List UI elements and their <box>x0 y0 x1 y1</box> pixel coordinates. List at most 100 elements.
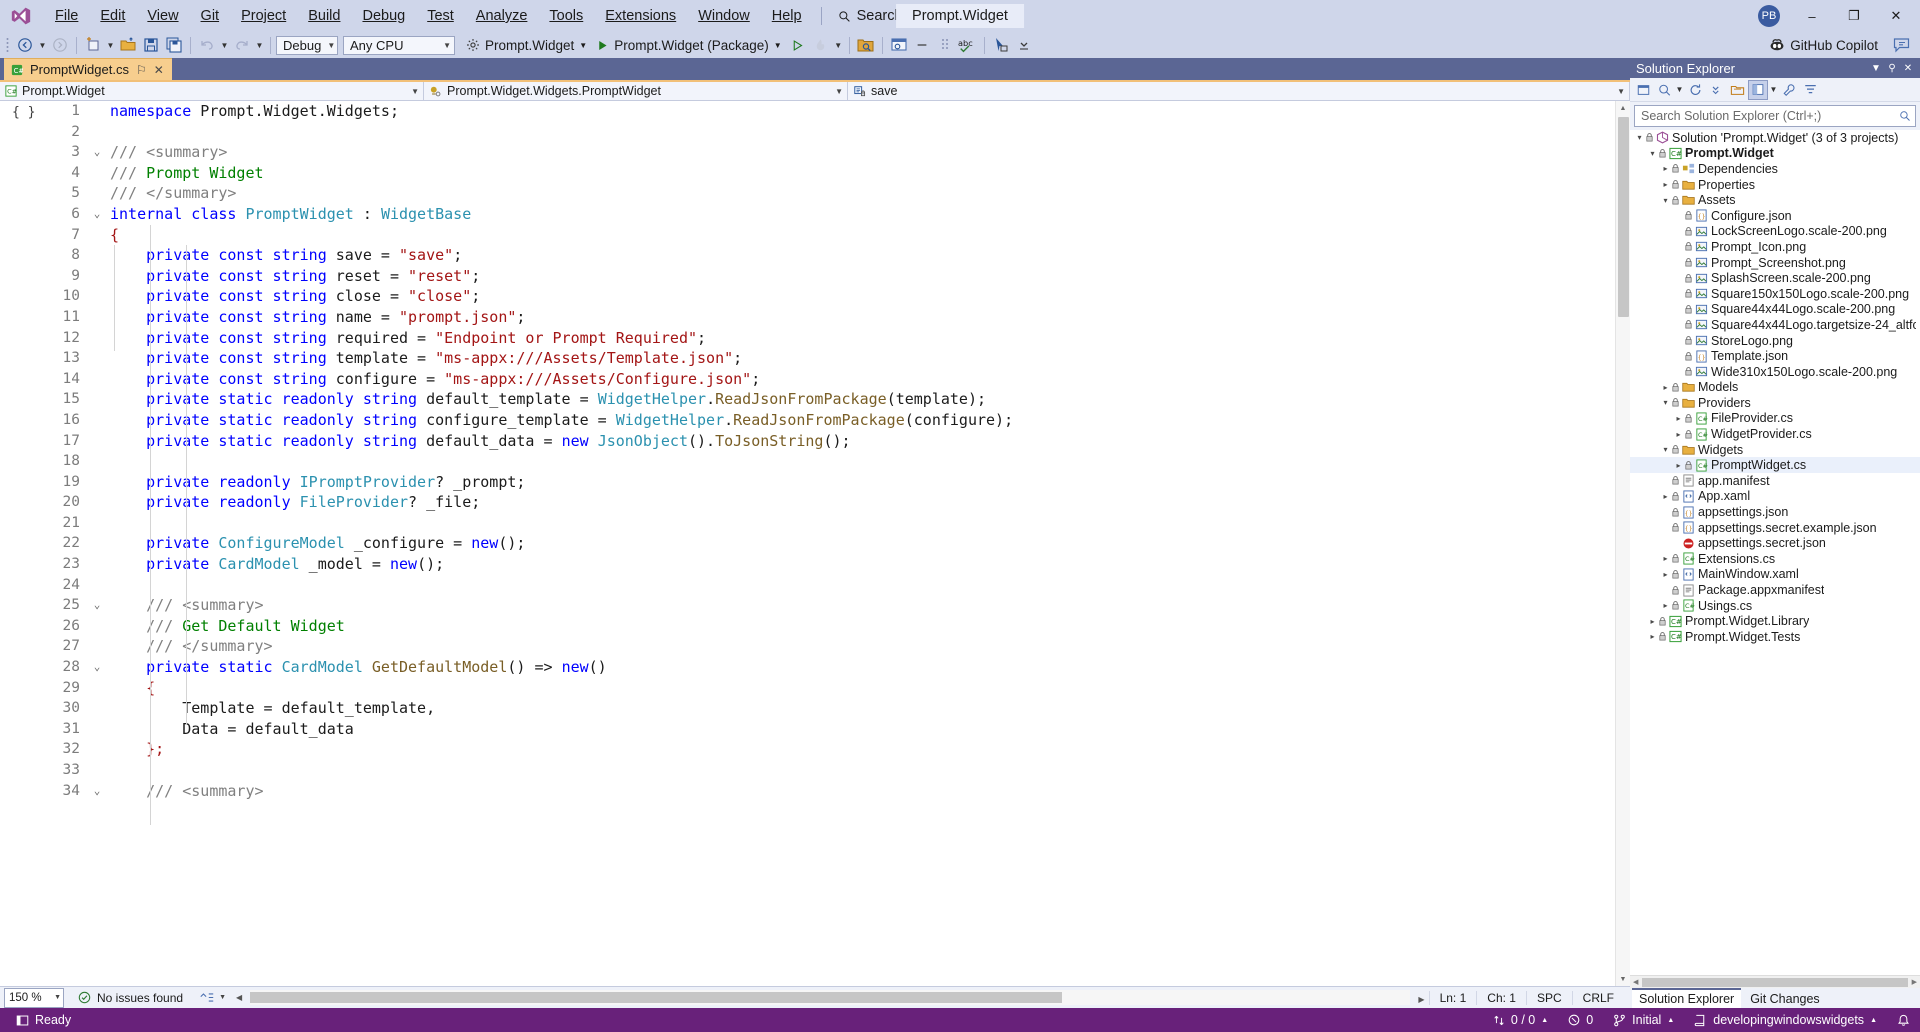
code-line[interactable]: private const string configure = "ms-app… <box>110 369 1615 390</box>
menu-build[interactable]: Build <box>297 4 351 28</box>
code-line[interactable]: /// </summary> <box>110 183 1615 204</box>
undo-dropdown-icon[interactable]: ▼ <box>219 34 230 56</box>
expand-arrow-icon[interactable]: ▸ <box>1647 617 1658 626</box>
glyph-margin[interactable]: { } <box>8 101 42 986</box>
tree-item[interactable]: ▸ MainWindow.xaml <box>1630 567 1920 583</box>
menu-window[interactable]: Window <box>687 4 761 28</box>
code-line[interactable]: /// <summary> <box>110 595 1615 616</box>
collapse-block-icon[interactable]: { } <box>8 105 42 121</box>
menu-edit[interactable]: Edit <box>89 4 136 28</box>
editor-vertical-scrollbar[interactable]: ▲ ▼ <box>1615 101 1630 986</box>
hscroll-left-button[interactable]: ◀ <box>232 993 246 1002</box>
tab-promptwidget-cs[interactable]: C# PromptWidget.cs ⚐ ✕ <box>4 58 172 80</box>
zoom-level-combo[interactable]: 150 % ▼ <box>4 987 64 1008</box>
code-line[interactable]: /// </summary> <box>110 636 1615 657</box>
tree-item[interactable]: ▸ C# Usings.cs <box>1630 598 1920 614</box>
filter-icon[interactable] <box>1800 80 1820 100</box>
code-line[interactable]: { <box>110 678 1615 699</box>
code-line[interactable]: private CardModel _model = new(); <box>110 554 1615 575</box>
tree-item[interactable]: ▸ Properties <box>1630 177 1920 193</box>
code-line[interactable] <box>110 451 1615 472</box>
hot-reload-dropdown-icon[interactable]: ▼ <box>833 34 844 56</box>
menu-tools[interactable]: Tools <box>538 4 594 28</box>
tree-item[interactable]: app.manifest <box>1630 473 1920 489</box>
tree-item[interactable]: ▸ C# Extensions.cs <box>1630 551 1920 567</box>
tree-item[interactable]: ▸ C# Prompt.Widget.Tests <box>1630 629 1920 645</box>
error-count-indicator[interactable]: 0 <box>1558 1013 1603 1027</box>
solution-explorer-tree[interactable]: ▾ Solution 'Prompt.Widget' (3 of 3 projec… <box>1630 130 1920 975</box>
indentation-indicator[interactable]: SPC <box>1525 990 1572 1005</box>
navbar-type-dropdown[interactable]: Prompt.Widget.Widgets.PromptWidget ▼ <box>424 82 848 100</box>
repository-indicator[interactable]: developingwindowswidgets ▲ <box>1684 1013 1887 1027</box>
tree-item[interactable]: ▸ App.xaml <box>1630 489 1920 505</box>
tree-item[interactable]: Square44x44Logo.scale-200.png <box>1630 302 1920 318</box>
tree-item[interactable]: SplashScreen.scale-200.png <box>1630 270 1920 286</box>
minimize-button[interactable]: – <box>1792 1 1832 31</box>
expand-arrow-icon[interactable]: ▸ <box>1660 554 1671 563</box>
code-line[interactable]: namespace Prompt.Widget.Widgets; <box>110 101 1615 122</box>
branch-indicator[interactable]: Initial ▲ <box>1603 1013 1684 1027</box>
open-file-button[interactable] <box>117 34 139 56</box>
code-line[interactable]: private readonly IPromptProvider? _promp… <box>110 472 1615 493</box>
home-icon[interactable] <box>1633 80 1653 100</box>
expand-arrow-icon[interactable]: ▾ <box>1634 133 1645 142</box>
collapse-button[interactable] <box>911 34 933 56</box>
view-selector-icon[interactable] <box>1654 80 1674 100</box>
fold-toggle-icon[interactable]: ⌄ <box>84 142 110 163</box>
code-line[interactable]: /// Get Default Widget <box>110 616 1615 637</box>
line-ending-indicator[interactable]: CRLF <box>1571 990 1630 1005</box>
avatar[interactable]: PB <box>1758 5 1780 27</box>
expand-arrow-icon[interactable]: ▾ <box>1647 149 1658 158</box>
tree-item[interactable]: ▾ Providers <box>1630 395 1920 411</box>
menu-extensions[interactable]: Extensions <box>594 4 687 28</box>
expand-arrow-icon[interactable]: ▸ <box>1660 492 1671 501</box>
source-control-indicator[interactable]: 0 / 0 ▲ <box>1483 1013 1558 1027</box>
hscroll-thumb[interactable] <box>250 992 1063 1003</box>
close-button[interactable]: ✕ <box>1876 1 1916 31</box>
undo-button[interactable] <box>196 34 218 56</box>
code-line[interactable] <box>110 760 1615 781</box>
tree-item[interactable]: ▾ Solution 'Prompt.Widget' (3 of 3 projec… <box>1630 130 1920 146</box>
pointer-tool-button[interactable] <box>990 34 1012 56</box>
code-line[interactable]: Template = default_template, <box>110 698 1615 719</box>
issue-filter-button[interactable]: ▼ <box>193 991 232 1004</box>
start-debugging-button[interactable]: Prompt.Widget (Package) ▼ <box>592 38 785 53</box>
tab-git-changes[interactable]: Git Changes <box>1743 988 1827 1008</box>
menu-analyze[interactable]: Analyze <box>465 4 539 28</box>
code-line[interactable]: private ConfigureModel _configure = new(… <box>110 533 1615 554</box>
hscroll-right-button[interactable]: ▶ <box>1414 991 1428 1005</box>
tree-item[interactable]: ▾ Assets <box>1630 192 1920 208</box>
view-selector-dropdown-icon[interactable]: ▼ <box>1675 79 1684 101</box>
navbar-member-dropdown[interactable]: save ▼ <box>848 82 1630 100</box>
tree-item[interactable]: LockScreenLogo.scale-200.png <box>1630 224 1920 240</box>
redo-button[interactable] <box>231 34 253 56</box>
tree-item[interactable]: ▾ C# Prompt.Widget <box>1630 146 1920 162</box>
show-all-files-icon[interactable] <box>1727 80 1747 100</box>
fold-toggle-icon[interactable]: ⌄ <box>84 204 110 225</box>
panel-menu-icon[interactable]: ▼ <box>1868 63 1884 74</box>
tree-item[interactable]: Prompt_Screenshot.png <box>1630 255 1920 271</box>
start-without-debugging-button[interactable] <box>787 34 809 56</box>
startup-project-selector[interactable]: Prompt.Widget ▼ <box>462 38 591 53</box>
code-line[interactable] <box>110 513 1615 534</box>
menu-debug[interactable]: Debug <box>351 4 416 28</box>
pin-icon[interactable]: ⚐ <box>136 63 147 77</box>
tree-item[interactable]: ▸ C# FileProvider.cs <box>1630 411 1920 427</box>
preview-dropdown-icon[interactable]: ▼ <box>1769 79 1778 101</box>
spell-check-button[interactable]: abc <box>957 34 979 56</box>
code-line[interactable] <box>110 575 1615 596</box>
preview-selected-items-icon[interactable] <box>1748 79 1768 100</box>
issues-indicator[interactable]: No issues found <box>68 991 193 1005</box>
code-line[interactable]: { <box>110 225 1615 246</box>
code-surface[interactable]: { } 1 2 3 4 5 6 7 8 9 10 11 12 13 14 15 16 17 18 19 20 21 22 2… <box>8 101 1615 986</box>
expand-arrow-icon[interactable]: ▸ <box>1673 414 1684 423</box>
code-line[interactable]: private const string template = "ms-appx… <box>110 348 1615 369</box>
tree-item[interactable]: ▸ C# Prompt.Widget.Library <box>1630 613 1920 629</box>
drag-handle-icon[interactable] <box>934 34 956 56</box>
save-button[interactable] <box>140 34 162 56</box>
code-editor[interactable]: { } 1 2 3 4 5 6 7 8 9 10 11 12 13 14 15 16 17 18 19 20 21 22 2… <box>0 101 1630 986</box>
expand-arrow-icon[interactable]: ▸ <box>1660 383 1671 392</box>
code-line[interactable]: private const string reset = "reset"; <box>110 266 1615 287</box>
code-line[interactable]: private const string required = "Endpoin… <box>110 328 1615 349</box>
expand-arrow-icon[interactable]: ▸ <box>1660 180 1671 189</box>
